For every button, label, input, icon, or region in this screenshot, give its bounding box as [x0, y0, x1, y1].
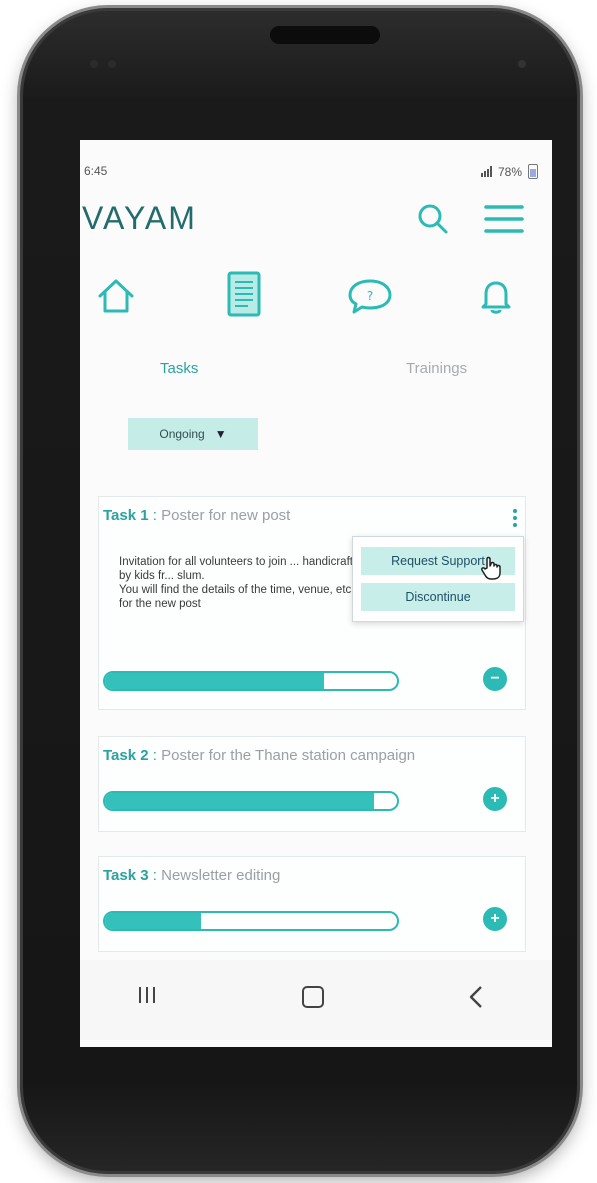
recent-apps-icon[interactable]	[136, 984, 158, 1011]
task-name: Newsletter editing	[161, 867, 281, 884]
status-filter-dropdown[interactable]: Ongoing ▼	[128, 418, 258, 450]
battery-icon	[528, 164, 538, 179]
task-separator: :	[152, 747, 157, 764]
speaker-notch	[270, 26, 380, 44]
progress-fill	[105, 673, 324, 689]
expand-button[interactable]: +	[483, 907, 507, 931]
search-icon[interactable]	[416, 202, 450, 241]
svg-text:?: ?	[367, 289, 373, 303]
app-logo: VAYAM	[82, 200, 197, 236]
discontinue-menu-item[interactable]: Discontinue	[361, 583, 515, 611]
home-square-icon[interactable]	[300, 984, 326, 1015]
task-title: Task 1 : Poster for new post	[103, 507, 290, 524]
home-icon[interactable]	[96, 276, 136, 321]
status-bar: 6:45 78%	[80, 162, 552, 182]
task-progress-bar	[103, 671, 399, 691]
task-title: Task 2 : Poster for the Thane station ca…	[103, 747, 415, 764]
filter-label: Ongoing	[159, 427, 205, 441]
phone-screen: 6:45 78% VAYAM ? Tasks Trainings Ongoing…	[80, 140, 552, 1047]
more-options-icon[interactable]	[513, 509, 517, 530]
hand-cursor-icon	[480, 556, 502, 585]
expand-button[interactable]: +	[483, 787, 507, 811]
task-number: Task 3	[103, 867, 149, 884]
section-nav: ?	[80, 271, 552, 321]
progress-fill	[105, 913, 202, 929]
menu-icon[interactable]	[484, 204, 524, 239]
tasks-document-icon[interactable]	[226, 270, 262, 323]
task-separator: :	[152, 507, 157, 524]
task-progress-bar	[103, 791, 399, 811]
status-time: 6:45	[84, 164, 108, 178]
notification-bell-icon[interactable]	[478, 276, 514, 321]
task-separator: :	[152, 867, 157, 884]
task-title: Task 3 : Newsletter editing	[103, 867, 280, 884]
task-name: Poster for the Thane station campaign	[161, 747, 416, 764]
task-number: Task 2	[103, 747, 149, 764]
back-icon[interactable]	[466, 984, 486, 1015]
task-progress-bar	[103, 911, 399, 931]
caret-down-icon: ▼	[214, 427, 227, 441]
front-camera	[518, 60, 526, 68]
task-name: Poster for new post	[161, 507, 291, 524]
system-nav-bar	[80, 960, 552, 1040]
battery-percent: 78%	[497, 164, 522, 179]
signal-icon	[480, 166, 492, 177]
front-sensor	[90, 60, 98, 68]
task-number: Task 1	[103, 507, 149, 524]
progress-fill	[105, 793, 374, 809]
collapse-button[interactable]: −	[483, 667, 507, 691]
tab-trainings[interactable]: Trainings	[406, 360, 467, 377]
task-card[interactable]: Task 2 : Poster for the Thane station ca…	[98, 736, 526, 832]
chat-icon[interactable]: ?	[346, 276, 394, 321]
task-card[interactable]: Task 3 : Newsletter editing +	[98, 856, 526, 952]
tab-tasks[interactable]: Tasks	[160, 360, 198, 377]
front-sensor	[108, 60, 116, 68]
